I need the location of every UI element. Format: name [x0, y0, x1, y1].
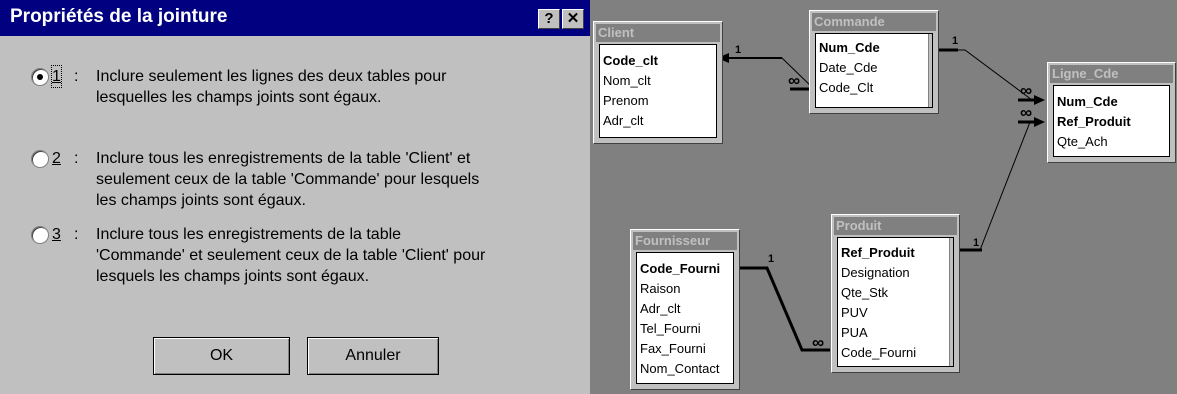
scrollbar[interactable] [949, 238, 953, 366]
table-title[interactable]: Fournisseur [633, 232, 737, 250]
table-produit[interactable]: Produit Ref_Produit Designation Qte_Stk … [831, 214, 960, 373]
option-2-number: 2 [52, 150, 61, 167]
option-2-separator: : [74, 150, 79, 167]
option-3-text: Inclure tous les enregistrements de la t… [96, 226, 486, 285]
table-title[interactable]: Client [596, 24, 720, 42]
relation-one-label: 1 [973, 237, 979, 249]
field[interactable]: Qte_Ach [1057, 132, 1108, 152]
table-client[interactable]: Client Code_clt Nom_clt Prenom Adr_clt [593, 21, 723, 144]
field-key[interactable]: Code_clt [603, 51, 658, 71]
field-list: Num_Cde Date_Cde Code_Clt [815, 33, 933, 108]
relation-commande-lignecde[interactable]: 1 ∞ [936, 35, 1045, 105]
field[interactable]: Qte_Stk [841, 283, 888, 303]
field[interactable]: Nom_Contact [640, 359, 719, 379]
relation-one-label: 1 [952, 35, 958, 47]
option-1-separator: : [74, 68, 79, 85]
option-1-radio[interactable] [31, 68, 49, 86]
option-1-number: 1 [51, 65, 62, 88]
cancel-button[interactable]: Annuler [307, 337, 439, 375]
field-list: Ref_Produit Designation Qte_Stk PUV PUA … [837, 237, 954, 367]
field[interactable]: PUV [841, 303, 868, 323]
field[interactable]: Adr_clt [640, 299, 680, 319]
field[interactable]: Raison [640, 279, 680, 299]
field[interactable]: Prenom [603, 91, 649, 111]
relation-many-label: ∞ [812, 333, 824, 352]
radio-selected-dot [37, 74, 43, 80]
close-button[interactable]: ✕ [562, 9, 584, 29]
relation-one-label: 1 [768, 253, 774, 265]
relation-many-label: ∞ [1020, 81, 1032, 100]
field-list: Num_Cde Ref_Produit Qte_Ach [1053, 85, 1170, 157]
field[interactable]: Code_Fourni [841, 343, 916, 363]
field-key[interactable]: Code_Fourni [640, 259, 720, 279]
arrow-icon [1034, 117, 1045, 127]
field-key[interactable]: Ref_Produit [1057, 112, 1131, 132]
table-title[interactable]: Produit [834, 217, 957, 235]
relation-produit-lignecde[interactable]: 1 ∞ [958, 103, 1045, 252]
relation-fournisseur-produit[interactable]: 1 ∞ [738, 253, 830, 352]
field-key[interactable]: Num_Cde [819, 38, 880, 58]
relation-client-commande[interactable]: 1 ∞ [717, 44, 815, 91]
field[interactable]: Tel_Fourni [640, 319, 701, 339]
relation-one-label: 1 [735, 44, 741, 56]
ok-button[interactable]: OK [153, 337, 290, 375]
join-properties-dialog: Propriétés de la jointure ? ✕ 1 : Inclur… [0, 0, 590, 394]
help-button[interactable]: ? [538, 9, 560, 29]
option-3-radio[interactable] [31, 226, 49, 244]
table-title[interactable]: Commande [812, 13, 936, 31]
field[interactable]: Adr_clt [603, 111, 643, 131]
question-mark-icon: ? [544, 10, 554, 27]
field[interactable]: PUA [841, 323, 868, 343]
field[interactable]: Code_Clt [819, 78, 873, 98]
option-1-text: Inclure seulement les lignes des deux ta… [96, 68, 447, 106]
option-2-radio[interactable] [31, 150, 49, 168]
scrollbar[interactable] [928, 34, 932, 107]
field[interactable]: Date_Cde [819, 58, 878, 78]
option-3-separator: : [74, 226, 79, 243]
table-title[interactable]: Ligne_Cde [1050, 65, 1173, 83]
field[interactable]: Designation [841, 263, 910, 283]
relation-many-label: ∞ [788, 71, 800, 90]
option-3-number: 3 [52, 226, 61, 243]
field[interactable]: Nom_clt [603, 71, 651, 91]
relationship-diagram: 1 ∞ 1 ∞ 1 ∞ 1 ∞ Client Code_clt Nom_clt … [590, 0, 1177, 394]
dialog-title: Propriétés de la jointure [10, 6, 228, 27]
field-key[interactable]: Ref_Produit [841, 243, 915, 263]
table-ligne-cde[interactable]: Ligne_Cde Num_Cde Ref_Produit Qte_Ach [1047, 62, 1176, 163]
arrow-icon [1034, 95, 1045, 105]
field-list: Code_Fourni Raison Adr_clt Tel_Fourni Fa… [636, 252, 734, 384]
relation-many-label: ∞ [1020, 103, 1032, 122]
field[interactable]: Fax_Fourni [640, 339, 706, 359]
field-key[interactable]: Num_Cde [1057, 92, 1118, 112]
dialog-titlebar: Propriétés de la jointure ? ✕ [0, 0, 590, 36]
option-2-text: Inclure tous les enregistrements de la t… [96, 150, 480, 209]
table-commande[interactable]: Commande Num_Cde Date_Cde Code_Clt [809, 10, 939, 114]
table-fournisseur[interactable]: Fournisseur Code_Fourni Raison Adr_clt T… [630, 229, 740, 390]
field-list: Code_clt Nom_clt Prenom Adr_clt [599, 44, 717, 138]
close-icon: ✕ [566, 10, 580, 27]
